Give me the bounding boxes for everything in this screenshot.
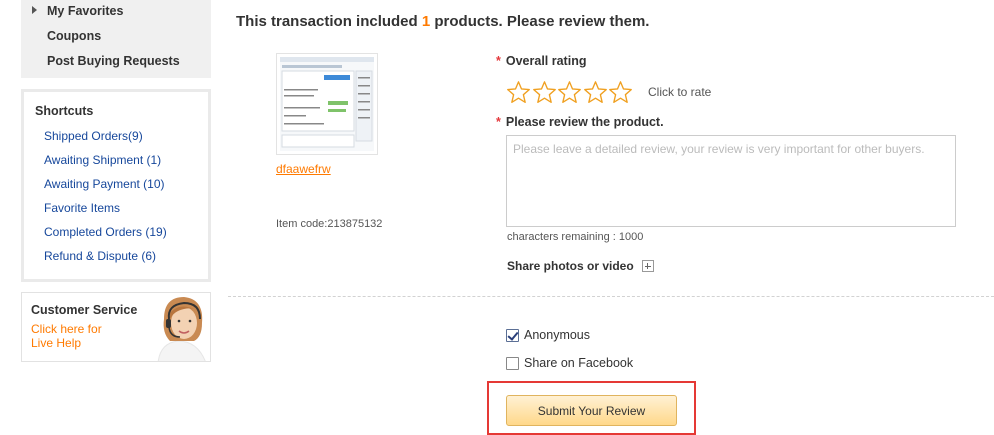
overall-rating-text: Overall rating bbox=[505, 54, 587, 68]
product-name-link[interactable]: dfaawefrw bbox=[276, 162, 331, 176]
star-icon[interactable] bbox=[608, 80, 633, 105]
star-icon[interactable] bbox=[557, 80, 582, 105]
anonymous-option[interactable]: Anonymous bbox=[506, 328, 590, 342]
live-help-link[interactable]: Click here for Live Help bbox=[31, 322, 121, 350]
shortcut-awaiting-payment[interactable]: Awaiting Payment (10) bbox=[44, 177, 165, 191]
section-divider bbox=[228, 296, 994, 297]
customer-service-box[interactable]: Customer Service Click here for Live Hel… bbox=[21, 292, 211, 362]
support-agent-image bbox=[140, 293, 210, 361]
share-photos-label: Share photos or video bbox=[507, 259, 634, 273]
star-icon[interactable] bbox=[532, 80, 557, 105]
review-textarea[interactable] bbox=[506, 135, 956, 227]
shortcuts-title: Shortcuts bbox=[35, 104, 94, 118]
star-rating[interactable] bbox=[506, 80, 634, 106]
shortcut-refund-dispute[interactable]: Refund & Dispute (6) bbox=[44, 249, 156, 263]
anonymous-checkbox[interactable] bbox=[506, 328, 519, 342]
sidebar-item-my-favorites[interactable]: My Favorites bbox=[47, 4, 123, 18]
live-help-line2: Live Help bbox=[31, 336, 82, 350]
sidebar-nav: My Favorites Coupons Post Buying Request… bbox=[21, 0, 211, 78]
anonymous-label: Anonymous bbox=[524, 328, 591, 342]
heading-prefix: This transaction included bbox=[236, 13, 422, 30]
share-facebook-option[interactable]: Share on Facebook bbox=[506, 356, 633, 370]
product-count: 1 bbox=[421, 13, 431, 30]
share-facebook-label: Share on Facebook bbox=[524, 356, 634, 370]
review-label: * Please review the product. bbox=[496, 115, 664, 129]
customer-service-title: Customer Service bbox=[31, 303, 138, 317]
submit-review-button[interactable]: Submit Your Review bbox=[506, 395, 677, 426]
live-help-line1: Click here for bbox=[31, 322, 102, 336]
required-asterisk: * bbox=[496, 54, 501, 68]
product-image bbox=[280, 57, 374, 151]
click-to-rate-text: Click to rate bbox=[648, 85, 712, 99]
page-title: This transaction included 1 products. Pl… bbox=[236, 13, 649, 30]
share-photos-toggle[interactable]: Share photos or video bbox=[507, 259, 654, 273]
shortcuts-panel: Shortcuts Shipped Orders(9) Awaiting Shi… bbox=[21, 89, 211, 282]
sidebar-item-post-buying-requests[interactable]: Post Buying Requests bbox=[47, 54, 180, 68]
review-label-text: Please review the product. bbox=[505, 115, 664, 129]
plus-icon[interactable] bbox=[641, 260, 654, 272]
star-icon[interactable] bbox=[583, 80, 608, 105]
sidebar-item-coupons[interactable]: Coupons bbox=[47, 29, 101, 43]
product-thumbnail[interactable] bbox=[276, 53, 378, 155]
shortcut-awaiting-shipment[interactable]: Awaiting Shipment (1) bbox=[44, 153, 161, 167]
shortcut-favorite-items[interactable]: Favorite Items bbox=[44, 201, 120, 215]
required-asterisk: * bbox=[496, 115, 501, 129]
characters-remaining: characters remaining : 1000 bbox=[507, 231, 644, 243]
overall-rating-label: * Overall rating bbox=[496, 54, 586, 68]
shortcut-shipped-orders[interactable]: Shipped Orders(9) bbox=[44, 129, 143, 143]
share-facebook-checkbox[interactable] bbox=[506, 356, 519, 370]
item-code: Item code:213875132 bbox=[276, 218, 383, 230]
star-icon[interactable] bbox=[506, 80, 531, 105]
shortcut-completed-orders[interactable]: Completed Orders (19) bbox=[44, 225, 167, 239]
heading-suffix: products. Please review them. bbox=[430, 13, 650, 30]
caret-right-icon bbox=[32, 6, 37, 14]
